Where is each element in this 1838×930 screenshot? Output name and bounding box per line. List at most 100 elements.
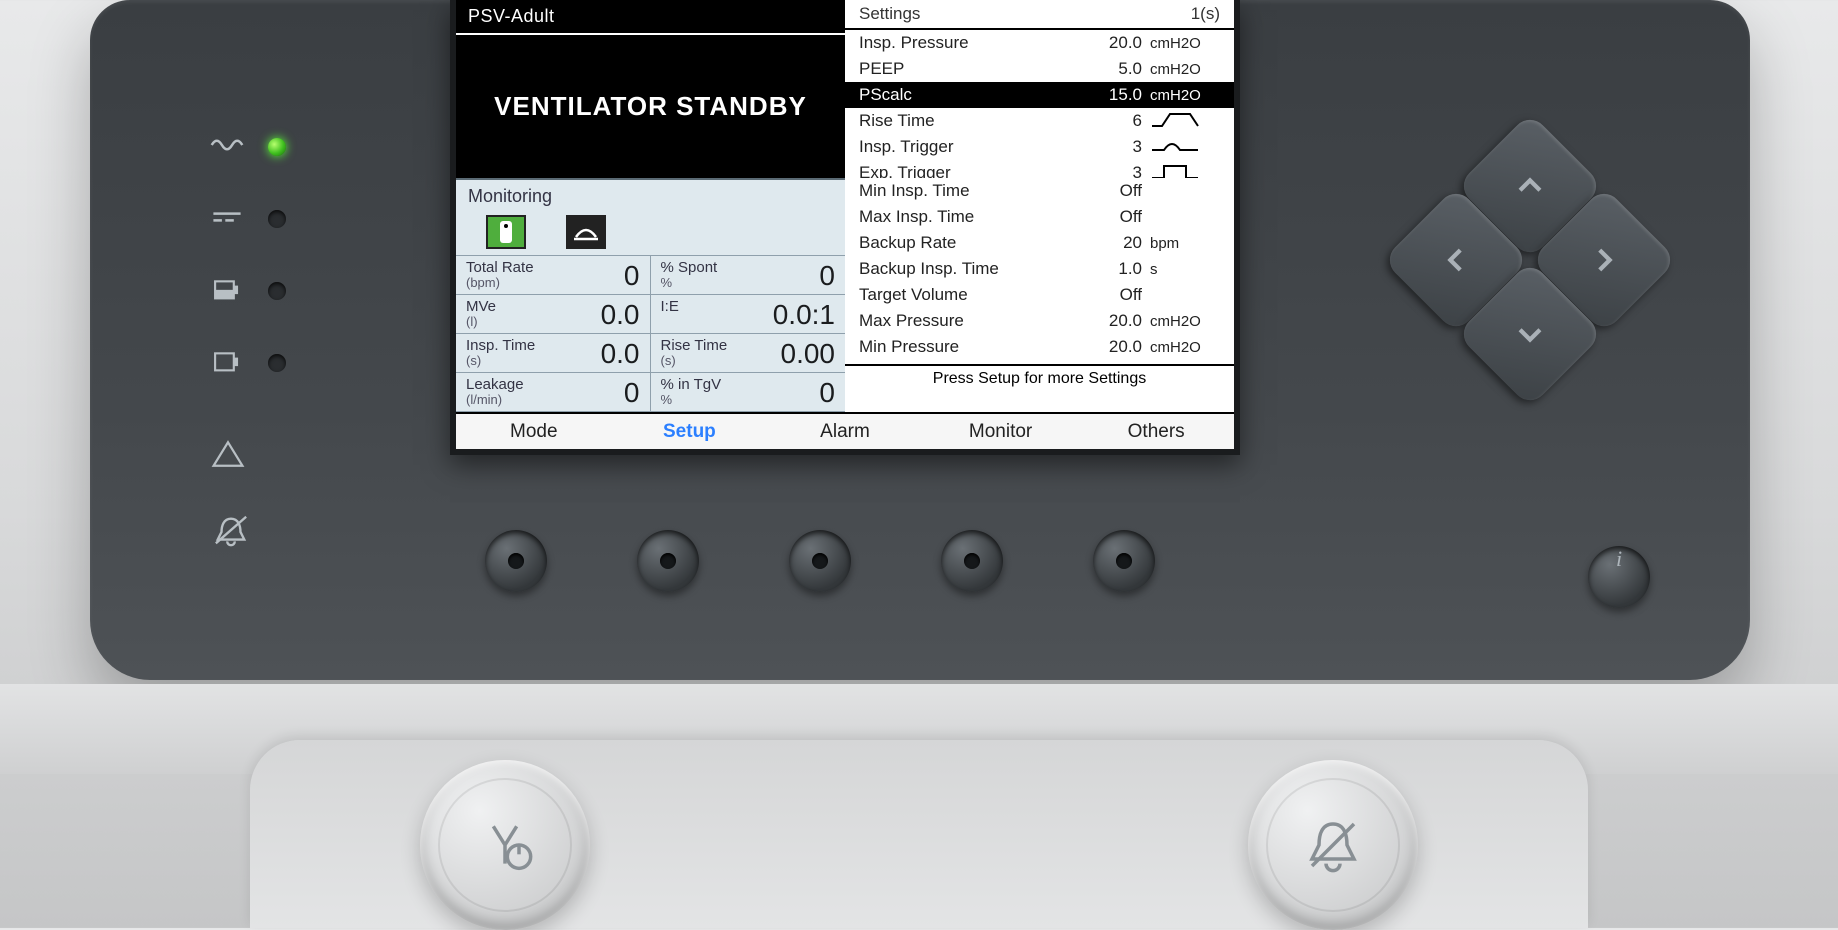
alarm-silence-icon — [210, 513, 252, 554]
tab-bar: Mode Setup Alarm Monitor Others — [456, 412, 1234, 449]
monitor-label: I:E — [661, 299, 679, 315]
monitor-value: 0.0:1 — [773, 299, 835, 331]
setting-row[interactable]: Rise Time 6 — [845, 108, 1234, 134]
setting-value: 15.0 — [1080, 85, 1150, 105]
tab-alarm[interactable]: Alarm — [767, 414, 923, 449]
settings-header-col: 1(s) — [1191, 4, 1220, 24]
setting-unit: cmH2O — [1150, 35, 1220, 52]
settings-list-bottom: Min Insp. Time Off Max Insp. Time Off Ba… — [845, 178, 1234, 360]
monitor-cell: Total Rate(bpm) 0 — [456, 256, 651, 295]
setting-row[interactable]: Insp. Trigger 3 — [845, 134, 1234, 160]
setting-wave-icon — [1150, 110, 1220, 132]
setting-label: Max Pressure — [859, 311, 1080, 331]
setting-label: Min Pressure — [859, 337, 1080, 357]
monitoring-icons — [456, 213, 845, 255]
monitor-value: 0 — [624, 377, 640, 409]
ac-power-led — [268, 138, 286, 156]
setting-value: 20.0 — [1080, 311, 1150, 331]
monitor-label: % Spont% — [661, 260, 718, 289]
setting-row[interactable]: Max Insp. Time Off — [845, 204, 1234, 230]
int-battery-row — [210, 274, 286, 308]
monitor-cell: MVe(l) 0.0 — [456, 295, 651, 334]
monitor-cell: I:E 0.0:1 — [651, 295, 846, 334]
monitor-label: Leakage(l/min) — [466, 377, 524, 406]
monitoring-panel: Monitoring Total Rate(bpm) 0 % Spont% 0 … — [456, 178, 845, 412]
alarm-silence-button[interactable] — [1248, 760, 1418, 930]
setting-value: 6 — [1080, 111, 1150, 131]
monitor-value: 0 — [624, 260, 640, 292]
monitor-value: 0 — [819, 260, 835, 292]
monitor-value: 0.00 — [781, 338, 836, 370]
ext-battery-row — [210, 346, 286, 380]
patient-type-icon — [486, 215, 526, 249]
setting-label: Backup Insp. Time — [859, 259, 1080, 279]
battery-empty-icon — [210, 347, 244, 380]
softkey-5[interactable] — [1093, 530, 1155, 592]
softkey-4[interactable] — [941, 530, 1003, 592]
monitor-label: MVe(l) — [466, 299, 496, 328]
tab-monitor[interactable]: Monitor — [923, 414, 1079, 449]
monitor-cell: % in TgV% 0 — [651, 373, 846, 412]
monitor-cell: % Spont% 0 — [651, 256, 846, 295]
setting-value: 20 — [1080, 233, 1150, 253]
settings-list-top: Insp. Pressure 20.0 cmH2O PEEP 5.0 cmH2O… — [845, 30, 1234, 186]
setting-value: Off — [1080, 285, 1150, 305]
ac-power-icon — [210, 131, 244, 164]
settings-panel-bottom: Min Insp. Time Off Max Insp. Time Off Ba… — [845, 178, 1234, 412]
dc-power-row — [210, 202, 286, 236]
monitor-value: 0.0 — [601, 299, 640, 331]
bottom-button-panel — [250, 740, 1588, 928]
setting-label: Insp. Pressure — [859, 33, 1080, 53]
setting-row[interactable]: Min Pressure 20.0 cmH2O — [845, 334, 1234, 360]
setting-value: 5.0 — [1080, 59, 1150, 79]
alarm-triangle-icon — [210, 438, 246, 475]
setting-row[interactable]: Target Volume Off — [845, 282, 1234, 308]
setting-label: Min Insp. Time — [859, 181, 1080, 201]
setting-row[interactable]: PEEP 5.0 cmH2O — [845, 56, 1234, 82]
monitor-label: Total Rate(bpm) — [466, 260, 534, 289]
softkey-1[interactable] — [485, 530, 547, 592]
setting-row[interactable]: Max Pressure 20.0 cmH2O — [845, 308, 1234, 334]
screen-top: PSV-Adult VENTILATOR STANDBY Settings 1(… — [456, 0, 1234, 178]
settings-header-title: Settings — [859, 4, 1191, 24]
setting-value: Off — [1080, 181, 1150, 201]
setting-row[interactable]: Backup Rate 20 bpm — [845, 230, 1234, 256]
lcd-screen: PSV-Adult VENTILATOR STANDBY Settings 1(… — [450, 0, 1240, 455]
dpad — [1410, 140, 1650, 380]
device-panel: PSV-Adult VENTILATOR STANDBY Settings 1(… — [90, 0, 1750, 680]
setting-unit: cmH2O — [1150, 339, 1220, 356]
int-battery-led — [268, 282, 286, 300]
ac-power-row — [210, 130, 286, 164]
monitor-value: 0.0 — [601, 338, 640, 370]
setting-label: Insp. Trigger — [859, 137, 1080, 157]
info-button-wrap — [1588, 530, 1650, 608]
setting-label: PEEP — [859, 59, 1080, 79]
setting-row[interactable]: PScalc 15.0 cmH2O — [845, 82, 1234, 108]
ext-battery-led — [268, 354, 286, 372]
setting-row[interactable]: Min Insp. Time Off — [845, 178, 1234, 204]
monitor-cell: Rise Time(s) 0.00 — [651, 334, 846, 373]
monitor-cell: Insp. Time(s) 0.0 — [456, 334, 651, 373]
info-button[interactable] — [1588, 546, 1650, 608]
setting-unit: cmH2O — [1150, 87, 1220, 104]
setting-unit: s — [1150, 261, 1220, 278]
alarm-silence-indicator-row — [210, 513, 286, 554]
setting-label: PScalc — [859, 85, 1080, 105]
tab-setup[interactable]: Setup — [612, 414, 768, 449]
tab-others[interactable]: Others — [1078, 414, 1234, 449]
alarm-indicator-row — [210, 438, 286, 475]
tab-mode[interactable]: Mode — [456, 414, 612, 449]
dc-power-icon — [210, 203, 244, 236]
softkey-2[interactable] — [637, 530, 699, 592]
mask-icon — [566, 215, 606, 249]
monitor-cell: Leakage(l/min) 0 — [456, 373, 651, 412]
setting-label: Target Volume — [859, 285, 1080, 305]
setting-value: 20.0 — [1080, 33, 1150, 53]
power-standby-button[interactable] — [420, 760, 590, 930]
setting-unit: bpm — [1150, 235, 1220, 252]
softkey-3[interactable] — [789, 530, 851, 592]
settings-hint: Press Setup for more Settings — [845, 364, 1234, 392]
setting-row[interactable]: Backup Insp. Time 1.0 s — [845, 256, 1234, 282]
softkey-row — [485, 530, 1155, 592]
setting-row[interactable]: Insp. Pressure 20.0 cmH2O — [845, 30, 1234, 56]
